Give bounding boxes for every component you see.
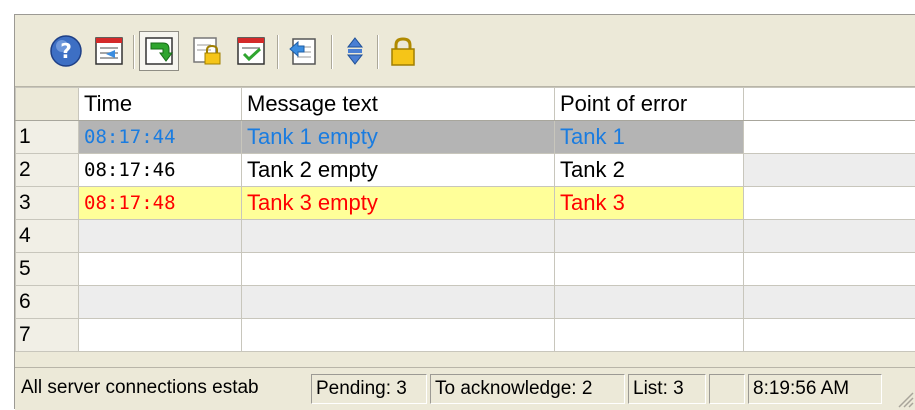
column-header-empty[interactable]	[744, 88, 915, 121]
message-cell: Tank 3 empty	[242, 187, 555, 220]
sort-icon	[345, 35, 365, 67]
autoscroll-button[interactable]	[139, 31, 179, 71]
empty-cell	[744, 253, 915, 286]
table-row[interactable]: 1 08:17:44 Tank 1 empty Tank 1	[16, 121, 915, 154]
resize-grip-icon[interactable]	[896, 390, 914, 408]
status-blank	[709, 374, 745, 404]
point-of-error-cell	[555, 253, 744, 286]
message-cell	[242, 220, 555, 253]
acknowledge-icon	[235, 35, 267, 67]
time-cell	[79, 319, 242, 352]
row-number[interactable]: 3	[16, 187, 79, 220]
status-connection: All server connections estab	[17, 374, 311, 404]
toolbar-separator	[331, 35, 333, 69]
empty-cell	[744, 121, 915, 154]
status-pending: Pending: 3	[311, 374, 427, 404]
table-row[interactable]: 7	[16, 319, 915, 352]
previous-page-button[interactable]	[89, 31, 129, 71]
export-button[interactable]	[283, 31, 323, 71]
svg-text:?: ?	[60, 39, 72, 63]
time-cell	[79, 220, 242, 253]
message-cell	[242, 253, 555, 286]
lock-list-icon	[191, 35, 223, 67]
lock-icon	[389, 35, 417, 67]
table-row[interactable]: 6	[16, 286, 915, 319]
lock-list-button[interactable]	[187, 31, 227, 71]
empty-cell	[744, 220, 915, 253]
sort-button[interactable]	[335, 31, 375, 71]
table-row[interactable]: 2 08:17:46 Tank 2 empty Tank 2	[16, 154, 915, 187]
empty-cell	[744, 154, 915, 187]
column-header-time[interactable]: Time	[79, 88, 242, 121]
empty-cell	[744, 187, 915, 220]
alarm-table: Time Message text Point of error 1 08:17…	[15, 87, 915, 367]
point-of-error-cell	[555, 286, 744, 319]
point-of-error-cell: Tank 1	[555, 121, 744, 154]
column-header-point-of-error[interactable]: Point of error	[555, 88, 744, 121]
message-cell	[242, 319, 555, 352]
point-of-error-cell	[555, 319, 744, 352]
table-row[interactable]: 4	[16, 220, 915, 253]
time-cell	[79, 253, 242, 286]
table-corner	[16, 88, 79, 121]
time-cell: 08:17:44	[79, 121, 242, 154]
row-number[interactable]: 5	[16, 253, 79, 286]
lock-button[interactable]	[383, 31, 423, 71]
table-row[interactable]: 5	[16, 253, 915, 286]
status-time: 8:19:56 AM	[748, 374, 882, 404]
table-row[interactable]: 3 08:17:48 Tank 3 empty Tank 3	[16, 187, 915, 220]
empty-cell	[744, 286, 915, 319]
column-header-message-text[interactable]: Message text	[242, 88, 555, 121]
row-number[interactable]: 2	[16, 154, 79, 187]
row-number[interactable]: 7	[16, 319, 79, 352]
time-cell: 08:17:48	[79, 187, 242, 220]
toolbar: ?	[15, 15, 915, 87]
status-list: List: 3	[628, 374, 706, 404]
toolbar-separator	[277, 35, 279, 69]
toolbar-separator	[377, 35, 379, 69]
time-cell	[79, 286, 242, 319]
alarm-view-window: ?	[14, 14, 915, 409]
help-button[interactable]: ?	[46, 31, 86, 71]
previous-page-icon	[93, 35, 125, 67]
row-number[interactable]: 6	[16, 286, 79, 319]
message-cell	[242, 286, 555, 319]
time-cell: 08:17:46	[79, 154, 242, 187]
point-of-error-cell: Tank 2	[555, 154, 744, 187]
message-cell: Tank 2 empty	[242, 154, 555, 187]
message-cell: Tank 1 empty	[242, 121, 555, 154]
point-of-error-cell: Tank 3	[555, 187, 744, 220]
status-bar: All server connections estab Pending: 3 …	[15, 367, 915, 410]
export-icon	[287, 35, 319, 67]
row-number[interactable]: 4	[16, 220, 79, 253]
help-icon: ?	[49, 34, 83, 68]
acknowledge-button[interactable]	[231, 31, 271, 71]
status-to-acknowledge: To acknowledge: 2	[430, 374, 625, 404]
toolbar-separator	[133, 35, 135, 69]
autoscroll-icon	[143, 35, 175, 67]
row-number[interactable]: 1	[16, 121, 79, 154]
point-of-error-cell	[555, 220, 744, 253]
empty-cell	[744, 319, 915, 352]
